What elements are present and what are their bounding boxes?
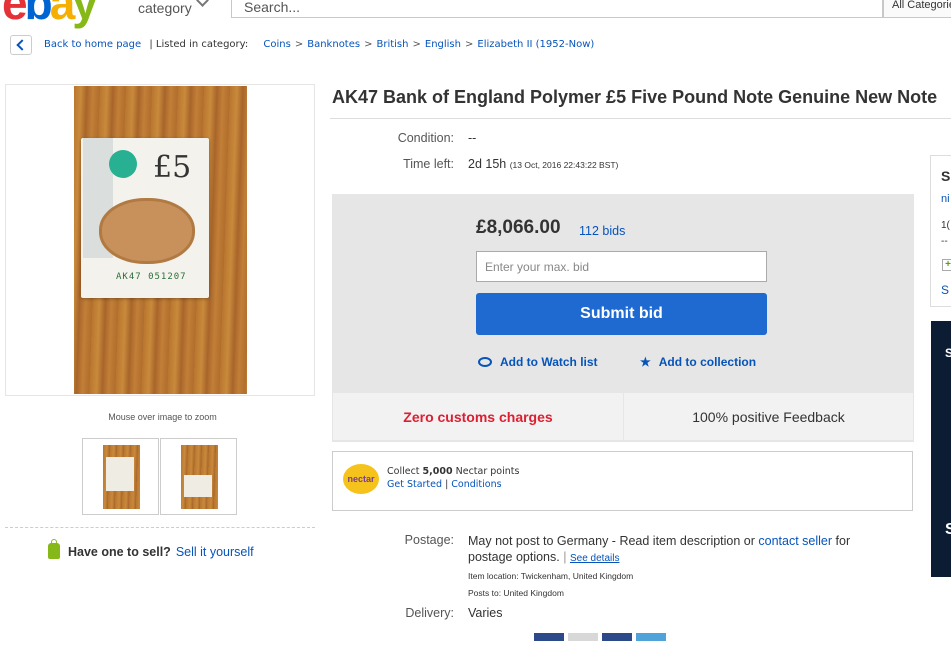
seller-name-link[interactable]: ni	[941, 193, 950, 205]
breadcrumb-elizabeth-ii[interactable]: Elizabeth II (1952-Now)	[477, 39, 594, 50]
breadcrumb-coins[interactable]: Coins	[263, 39, 290, 50]
eye-icon	[478, 357, 492, 367]
breadcrumb: Back to home page | Listed in category: …	[44, 39, 594, 50]
sell-it-yourself-link[interactable]: Sell it yourself	[176, 545, 254, 559]
ebay-logo[interactable]: ebay	[2, 0, 98, 29]
ad-panel[interactable]: S S	[931, 321, 951, 577]
bid-count-link[interactable]: 112 bids	[579, 224, 625, 238]
back-to-home-link[interactable]: Back to home page	[44, 39, 141, 50]
max-bid-input[interactable]	[476, 251, 767, 282]
nectar-collect-post: Nectar points	[452, 466, 520, 477]
ad-text-top: S	[945, 346, 951, 360]
sell-promo: Have one to sell? Sell it yourself	[68, 545, 254, 559]
nectar-get-started-link[interactable]: Get Started	[387, 479, 442, 490]
delivery-value: Varies	[468, 606, 503, 620]
thumbnail-2[interactable]	[160, 438, 237, 515]
nectar-points: 5,000	[422, 466, 453, 477]
breadcrumb-separator: >	[294, 39, 304, 50]
shop-by-category-button[interactable]: category	[138, 0, 209, 16]
watch-list-label: Add to Watch list	[500, 355, 598, 369]
condition-label: Condition:	[397, 131, 454, 145]
breadcrumb-banknotes[interactable]: Banknotes	[307, 39, 360, 50]
add-to-collection-link[interactable]: ★ Add to collection	[640, 355, 756, 369]
nectar-text: Collect 5,000 Nectar points Get Started …	[387, 465, 519, 491]
search-input[interactable]: Search...	[231, 0, 883, 18]
thumbnail-image	[181, 445, 218, 509]
sell-question: Have one to sell?	[68, 545, 171, 559]
portrait-emblem	[99, 198, 195, 264]
see-details-link[interactable]: See details	[570, 553, 619, 564]
breadcrumb-english[interactable]: English	[425, 39, 461, 50]
zero-customs-text: Zero customs charges	[403, 409, 553, 425]
listed-in-label: | Listed in category:	[149, 39, 249, 50]
add-to-watch-list-link[interactable]: Add to Watch list	[478, 355, 598, 369]
time-left-end-date: (13 Oct, 2016 22:43:22 BST)	[509, 160, 619, 170]
search-placeholder: Search...	[244, 0, 301, 15]
seller-feedback-score: 1(	[941, 220, 950, 231]
postage-text: May not post to Germany - Read item desc…	[468, 534, 759, 548]
seller-other-items-link[interactable]: S	[941, 283, 949, 297]
breadcrumb-separator: >	[412, 39, 421, 50]
logo-letter-a: a	[49, 0, 76, 29]
breadcrumb-separator: >	[464, 39, 474, 50]
time-left-duration: 2d 15h	[468, 157, 507, 171]
all-categories-select[interactable]: All Categories	[883, 0, 951, 18]
nectar-logo: nectar	[343, 464, 379, 494]
thumbnail-image	[103, 445, 140, 509]
chevron-left-icon	[16, 39, 28, 51]
seller-heading: S	[941, 168, 951, 184]
note-shape	[184, 475, 212, 497]
chevron-down-icon	[195, 0, 209, 7]
breadcrumb-separator: >	[364, 39, 373, 50]
nectar-separator: |	[442, 479, 452, 490]
positive-feedback-text: 100% positive Feedback	[692, 409, 845, 425]
nectar-conditions-link[interactable]: Conditions	[451, 479, 501, 490]
seller-feedback-percent: --	[941, 236, 948, 247]
payment-card-icon	[568, 633, 598, 641]
logo-letter-b: b	[24, 0, 53, 29]
all-categories-label: All Categories	[892, 0, 951, 11]
logo-letter-y: y	[72, 0, 98, 29]
collection-label: Add to collection	[658, 355, 757, 369]
item-location: Item location: Twickenham, United Kingdo…	[468, 571, 634, 581]
star-icon: ★	[640, 355, 651, 369]
save-seller-plus-icon[interactable]: +	[942, 259, 951, 271]
submit-bid-button[interactable]: Submit bid	[476, 293, 767, 335]
postage-label: Postage:	[404, 533, 454, 547]
payment-card-icon	[534, 633, 564, 641]
banknote-image: £5 AK47 051207	[81, 138, 209, 298]
hologram-icon	[109, 150, 137, 178]
zoom-hint: Mouse over image to zoom	[108, 412, 217, 422]
payment-card-icon	[636, 633, 666, 641]
note-value-text: £5	[153, 150, 192, 185]
time-left-label: Time left:	[403, 157, 454, 171]
back-button[interactable]	[10, 35, 32, 55]
divider	[5, 527, 315, 528]
postage-separator: |	[563, 550, 567, 564]
note-serial-text: AK47 051207	[116, 272, 187, 282]
payment-icons	[534, 628, 734, 641]
payment-card-icon	[602, 633, 632, 641]
price-tag-icon	[48, 539, 60, 559]
title-divider	[330, 118, 951, 119]
breadcrumb-british[interactable]: British	[376, 39, 408, 50]
thumbnail-1[interactable]	[82, 438, 159, 515]
condition-value: --	[468, 131, 477, 145]
category-label: category	[138, 0, 192, 16]
delivery-label: Delivery:	[405, 606, 454, 620]
item-title: AK47 Bank of England Polymer £5 Five Pou…	[332, 87, 938, 107]
ad-text-bottom: S	[945, 521, 951, 538]
time-left-value: 2d 15h (13 Oct, 2016 22:43:22 BST)	[468, 157, 618, 171]
nectar-collect-pre: Collect	[387, 466, 423, 477]
posts-to: Posts to: United Kingdom	[468, 588, 564, 598]
contact-seller-link[interactable]: contact seller	[758, 534, 832, 548]
logo-letter-e: e	[2, 0, 28, 29]
postage-info: May not post to Germany - Read item desc…	[468, 533, 898, 601]
current-price: £8,066.00	[476, 217, 561, 238]
main-item-photo[interactable]: £5 AK47 051207	[74, 86, 247, 394]
note-shape	[106, 457, 134, 491]
